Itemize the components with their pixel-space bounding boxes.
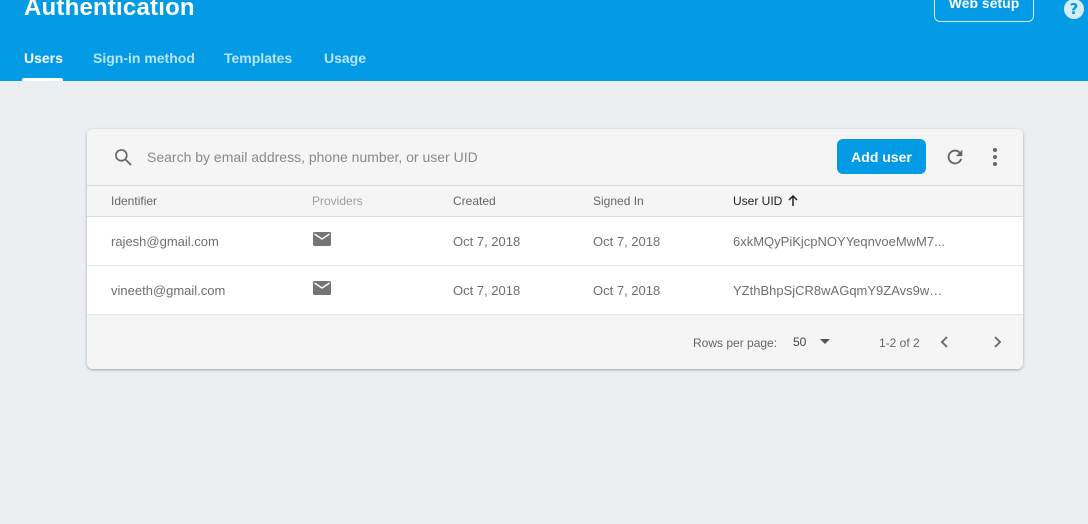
tab-usage[interactable]: Usage bbox=[324, 50, 366, 66]
tab-templates[interactable]: Templates bbox=[224, 50, 292, 66]
column-signed-in[interactable]: Signed In bbox=[593, 194, 644, 208]
web-setup-button[interactable]: Web setup bbox=[934, 0, 1034, 22]
help-icon[interactable]: ? bbox=[1064, 0, 1084, 19]
pagination-bar: Rows per page: 50 1-2 of 2 bbox=[87, 315, 1023, 369]
app-header: Authentication Web setup ? Users Sign-in… bbox=[0, 0, 1088, 81]
page-title: Authentication bbox=[24, 0, 195, 21]
row-signed-in: Oct 7, 2018 bbox=[593, 234, 661, 249]
add-user-button[interactable]: Add user bbox=[837, 139, 926, 174]
users-toolbar: Add user bbox=[87, 129, 1023, 186]
row-identifier: vineeth@gmail.com bbox=[111, 283, 226, 298]
search-icon bbox=[115, 149, 132, 166]
tab-users[interactable]: Users bbox=[24, 50, 63, 66]
row-signed-in: Oct 7, 2018 bbox=[593, 283, 661, 298]
dropdown-arrow-icon bbox=[820, 339, 831, 344]
email-icon bbox=[313, 232, 331, 246]
column-identifier[interactable]: Identifier bbox=[111, 194, 157, 208]
column-providers: Providers bbox=[312, 194, 363, 208]
users-card: Add user Identifier Providers Created Si… bbox=[87, 129, 1023, 369]
column-created[interactable]: Created bbox=[453, 194, 496, 208]
rows-per-page-label: Rows per page: bbox=[693, 336, 778, 350]
row-created: Oct 7, 2018 bbox=[453, 283, 521, 298]
active-tab-indicator bbox=[22, 78, 63, 81]
table-header: Identifier Providers Created Signed In U… bbox=[87, 186, 1023, 217]
pagination-range: 1-2 of 2 bbox=[879, 336, 920, 350]
more-vert-icon[interactable] bbox=[985, 146, 1005, 168]
table-row[interactable]: rajesh@gmail.com Oct 7, 2018 Oct 7, 2018… bbox=[87, 217, 1023, 266]
row-created: Oct 7, 2018 bbox=[453, 234, 521, 249]
rows-per-page-select[interactable]: 50 bbox=[793, 335, 831, 349]
column-user-uid-label: User UID bbox=[733, 194, 783, 208]
rows-per-page-value: 50 bbox=[793, 335, 807, 349]
search-input[interactable] bbox=[147, 145, 747, 169]
chevron-left-icon[interactable] bbox=[938, 335, 952, 349]
table-row[interactable]: vineeth@gmail.com Oct 7, 2018 Oct 7, 201… bbox=[87, 266, 1023, 315]
tab-sign-in-method[interactable]: Sign-in method bbox=[93, 50, 195, 66]
refresh-icon[interactable] bbox=[944, 146, 966, 168]
chevron-right-icon[interactable] bbox=[990, 335, 1004, 349]
row-user-uid: YZthBhpSjCR8wAGqmY9ZAvs9ww... bbox=[733, 283, 948, 298]
email-icon bbox=[313, 281, 331, 295]
column-user-uid[interactable]: User UID bbox=[733, 194, 799, 208]
row-user-uid: 6xkMQyPiKjcpNOYYeqnvoeMwM7... bbox=[733, 234, 945, 249]
sort-ascending-icon bbox=[788, 195, 798, 206]
row-identifier: rajesh@gmail.com bbox=[111, 234, 219, 249]
